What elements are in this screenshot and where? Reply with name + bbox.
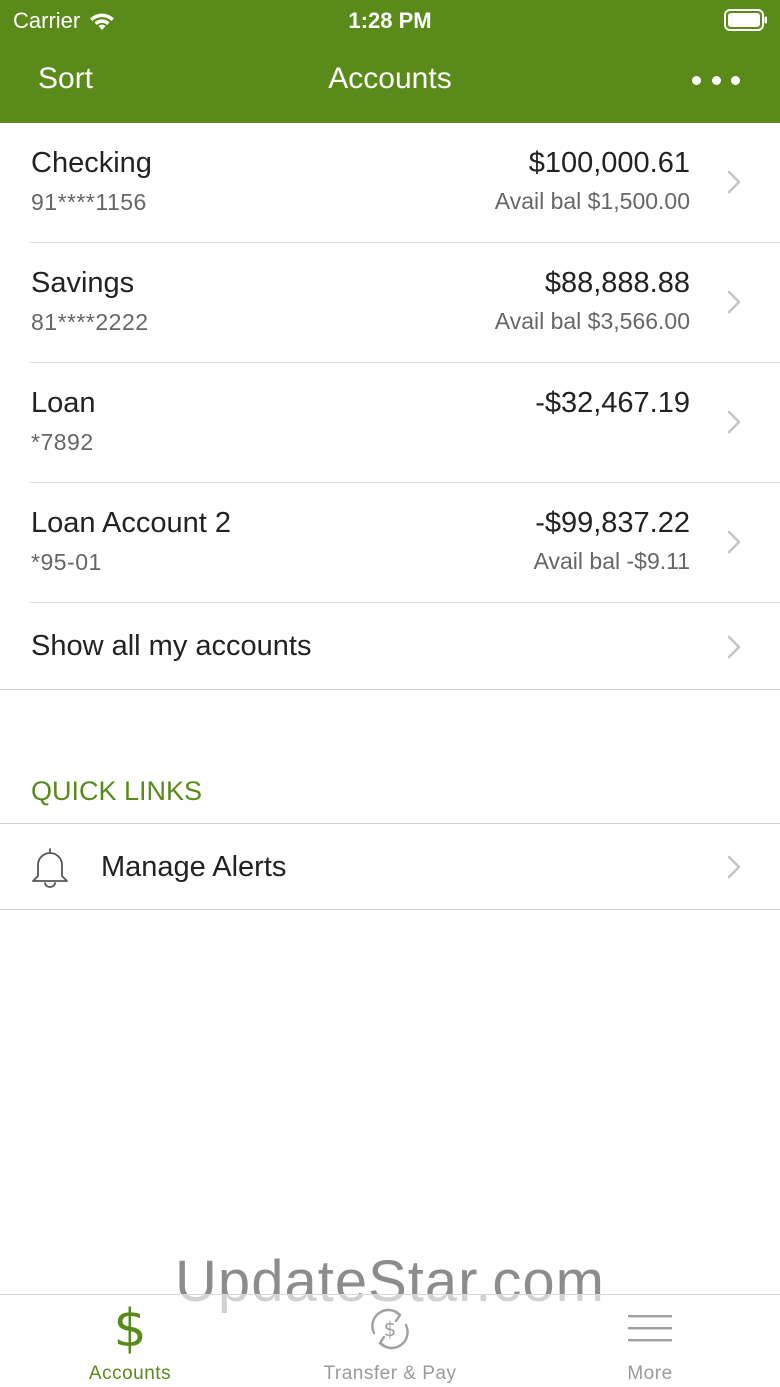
- manage-alerts-label: Manage Alerts: [101, 851, 287, 883]
- account-available-balance: Avail bal -$9.11: [533, 548, 690, 574]
- ellipsis-icon: [692, 75, 701, 85]
- transfer-pay-icon-wrap: $: [260, 1303, 520, 1355]
- chevron-right-icon: [727, 855, 741, 879]
- account-number: *95-01: [31, 549, 102, 575]
- account-number: 91****1156: [31, 189, 147, 215]
- ellipsis-dot: [711, 75, 721, 85]
- tab-label: More: [627, 1363, 673, 1384]
- more-options-button[interactable]: [692, 62, 740, 98]
- account-number: *7892: [31, 429, 94, 455]
- account-balance: $88,888.88: [544, 267, 690, 299]
- ellipsis-dot: [731, 75, 740, 85]
- account-name: Savings: [31, 267, 135, 299]
- tab-accounts[interactable]: $ Accounts: [0, 1295, 260, 1387]
- dollar-icon: $: [113, 1299, 147, 1359]
- chevron-right-icon: [727, 530, 741, 554]
- menu-icon-wrap: [520, 1303, 780, 1355]
- chevron-right-icon: [727, 635, 741, 659]
- account-balance: -$32,467.19: [535, 387, 690, 419]
- chevron-right-icon: [727, 290, 741, 314]
- bell-icon: [32, 848, 68, 888]
- chevron-right-icon: [727, 410, 741, 434]
- account-available-balance: Avail bal $3,566.00: [494, 308, 690, 334]
- tab-bar: $ Accounts $ Transfer & Pay More: [0, 1294, 780, 1387]
- show-all-accounts-label: Show all my accounts: [31, 630, 312, 662]
- quick-links-heading: QUICK LINKS: [31, 776, 203, 806]
- tab-label: Transfer & Pay: [323, 1363, 457, 1384]
- sort-button[interactable]: Sort: [38, 62, 93, 96]
- transfer-pay-icon: $: [371, 1308, 409, 1350]
- manage-alerts-row[interactable]: Manage Alerts: [0, 823, 780, 910]
- status-time: 1:28 PM: [348, 8, 432, 33]
- status-bar: Carrier 1:28 PM: [0, 0, 780, 40]
- show-all-accounts-row[interactable]: Show all my accounts: [0, 603, 780, 690]
- accounts-list: Checking 91****1156 $100,000.61 Avail ba…: [0, 123, 780, 690]
- nav-bar: Sort Accounts: [0, 40, 780, 123]
- chevron-right-icon: [727, 170, 741, 194]
- account-number: 81****2222: [31, 309, 149, 335]
- tab-more[interactable]: More: [520, 1295, 780, 1387]
- account-row-loan-account-2[interactable]: Loan Account 2 *95-01 -$99,837.22 Avail …: [0, 483, 780, 603]
- account-name: Loan Account 2: [31, 507, 231, 539]
- tab-label: Accounts: [88, 1363, 172, 1384]
- svg-text:$: $: [384, 1317, 397, 1341]
- menu-icon: [628, 1315, 672, 1342]
- account-available-balance: Avail bal $1,500.00: [494, 188, 690, 214]
- account-row-loan[interactable]: Loan *7892 -$32,467.19: [0, 363, 780, 483]
- app-header: Carrier 1:28 PM Sort Accounts: [0, 0, 780, 123]
- account-name: Loan: [31, 387, 96, 419]
- account-name: Checking: [31, 147, 152, 179]
- tab-transfer-pay[interactable]: $ Transfer & Pay: [260, 1295, 520, 1387]
- page-title: Accounts: [328, 62, 452, 95]
- battery-icon: [724, 9, 767, 31]
- account-row-savings[interactable]: Savings 81****2222 $88,888.88 Avail bal …: [0, 243, 780, 363]
- account-row-checking[interactable]: Checking 91****1156 $100,000.61 Avail ba…: [0, 123, 780, 243]
- account-balance: -$99,837.22: [535, 507, 690, 539]
- account-balance: $100,000.61: [528, 147, 690, 179]
